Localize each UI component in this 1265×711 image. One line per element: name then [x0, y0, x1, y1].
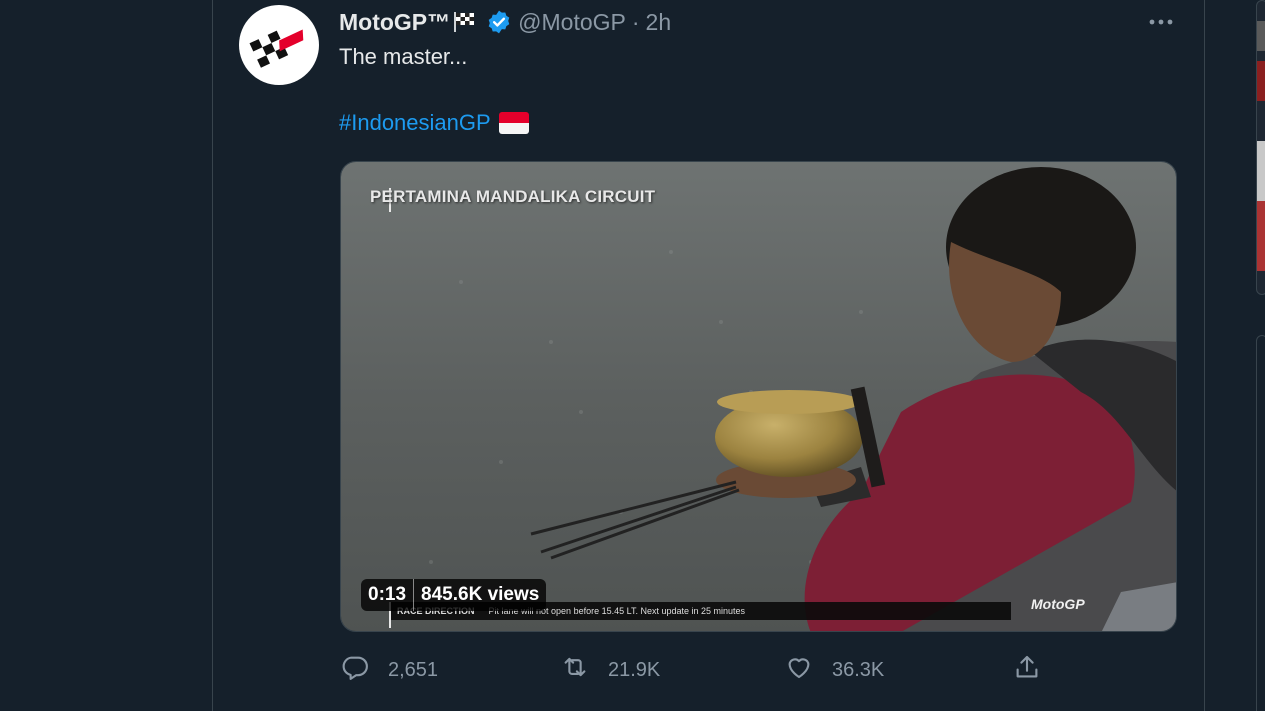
- like-count: 36.3K: [832, 658, 885, 681]
- retweet-button[interactable]: 21.9K: [560, 652, 660, 688]
- hashtag-line: #IndonesianGP: [339, 110, 529, 136]
- indonesia-flag-icon: [498, 112, 529, 134]
- reply-icon: [340, 652, 370, 688]
- circuit-caption: PERTAMINA MANDALIKA CIRCUIT: [370, 187, 656, 206]
- tweet-text: The master...: [339, 44, 468, 69]
- retweet-count: 21.9K: [608, 658, 661, 681]
- tweet-actions: 2,651 21.9K 36.3K: [340, 652, 1060, 688]
- chequered-flag-icon: [452, 10, 476, 34]
- reply-button[interactable]: 2,651: [340, 652, 438, 688]
- video-duration: 0:13: [368, 584, 407, 605]
- left-gutter: [0, 0, 212, 711]
- author-handle[interactable]: @MotoGP: [518, 9, 626, 36]
- tweet-timestamp[interactable]: 2h: [646, 9, 672, 36]
- video-info-badge: 0:13 845.6K views: [361, 579, 547, 611]
- like-button[interactable]: 36.3K: [784, 652, 884, 688]
- sidebar-media-card[interactable]: [1256, 0, 1265, 295]
- author-avatar[interactable]: [239, 5, 319, 85]
- right-sidebar: [1206, 0, 1265, 711]
- video-player[interactable]: PERTAMINA MANDALIKA CIRCUIT RACE DIRECTI…: [340, 161, 1177, 632]
- sidebar-card: [1256, 335, 1265, 711]
- hashtag-link[interactable]: #IndonesianGP: [339, 110, 491, 136]
- reply-count: 2,651: [388, 658, 439, 681]
- verified-badge-icon[interactable]: [486, 9, 512, 35]
- share-icon: [1012, 652, 1042, 688]
- motogp-logo-icon: [249, 29, 304, 68]
- video-watermark: MotoGP: [1031, 596, 1085, 612]
- caption-bar: [389, 188, 391, 628]
- video-views: 845.6K views: [421, 584, 540, 605]
- video-frame: [341, 162, 1176, 631]
- tweet-header: MotoGP™ @MotoGP · 2h: [339, 7, 671, 37]
- retweet-icon: [560, 652, 590, 688]
- heart-icon: [784, 652, 814, 688]
- share-button[interactable]: [1012, 652, 1042, 688]
- header-separator: ·: [631, 8, 640, 35]
- more-options-icon[interactable]: [1147, 12, 1175, 32]
- author-name[interactable]: MotoGP™: [339, 9, 450, 36]
